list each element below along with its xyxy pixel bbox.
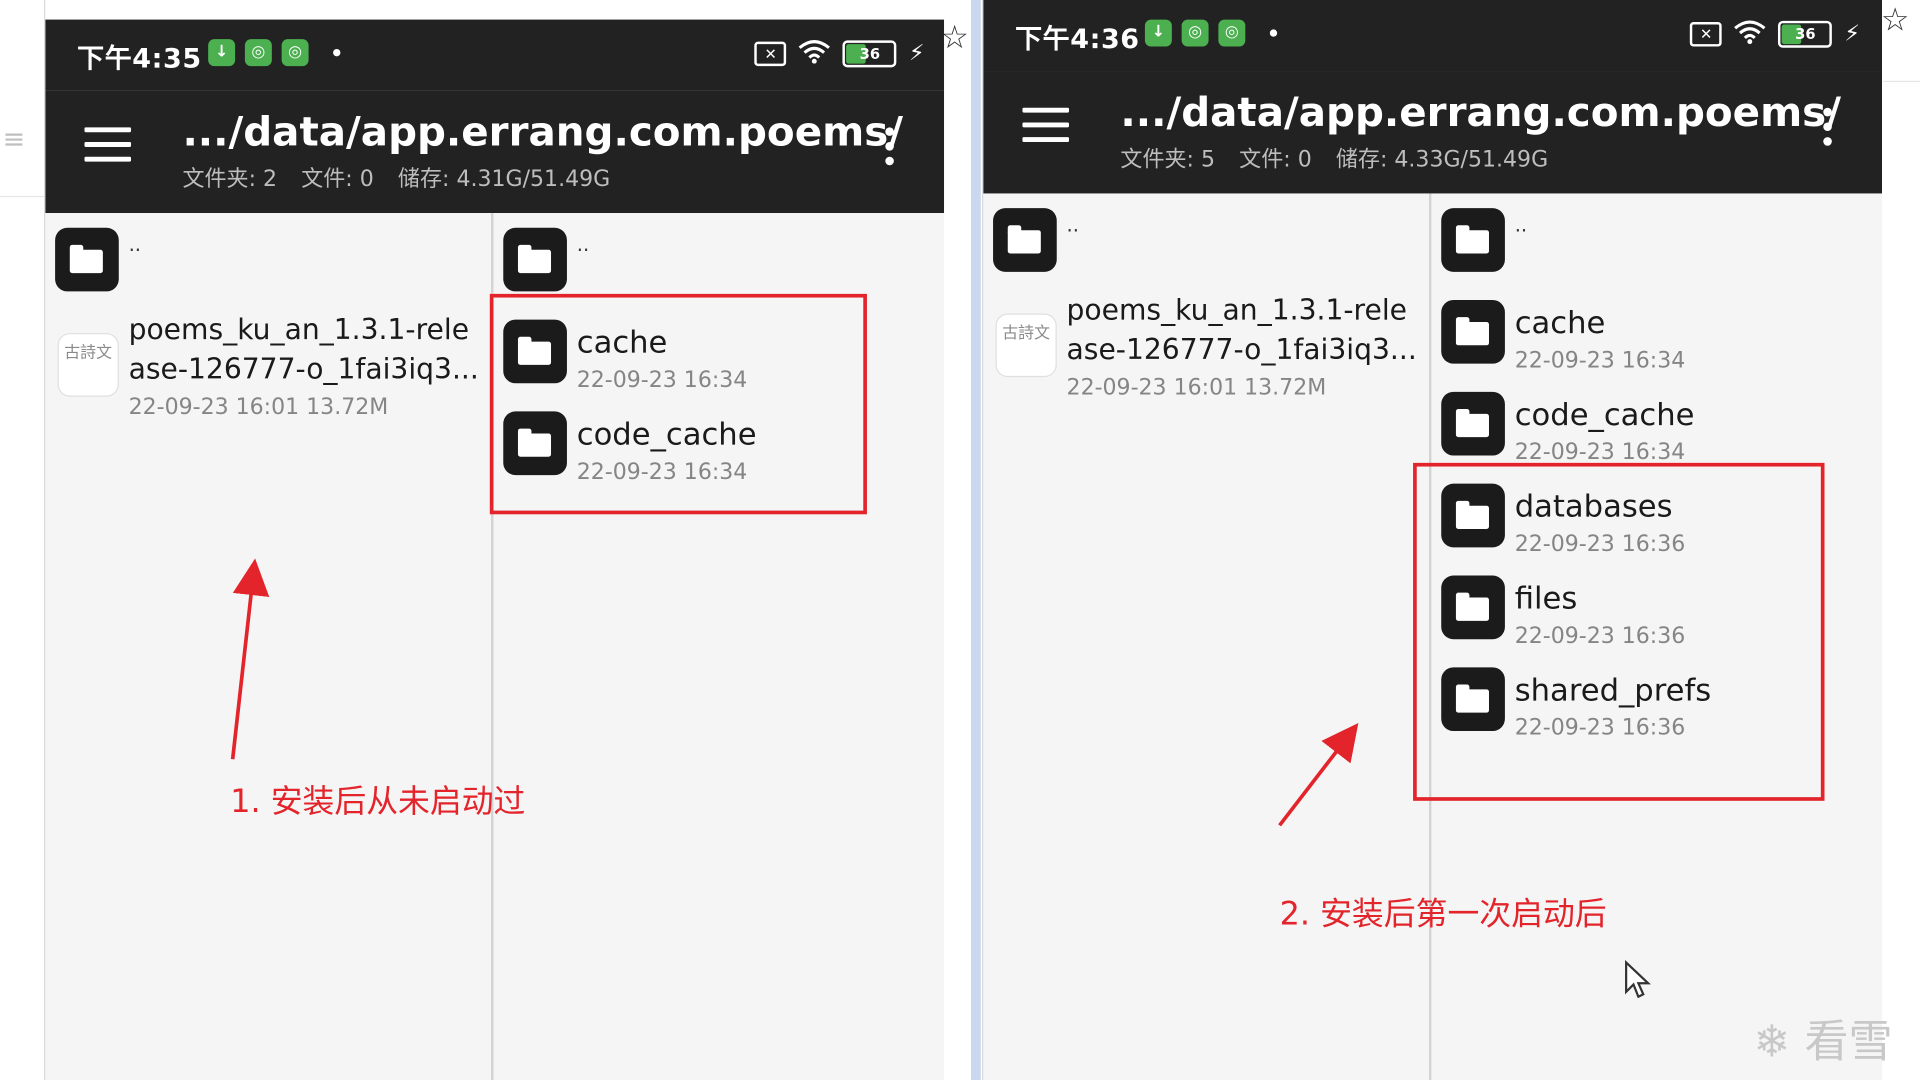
battery-level: 36 [859, 44, 881, 62]
annotation-before-launch: 1. 安装后从未启动过 [230, 783, 526, 821]
arrow-up-icon [230, 558, 270, 760]
watermark-text: 看雪 [1804, 1017, 1893, 1068]
battery-level: 36 [1795, 25, 1816, 43]
snowflake-logo-icon: ❄ [1753, 1017, 1791, 1068]
arrow-up-right-icon [1278, 723, 1359, 827]
annotation-arrows [230, 558, 1359, 827]
annotation-after-launch: 2. 安装后第一次启动后 [1279, 896, 1607, 934]
watermark: ❄ 看雪 [1753, 1007, 1892, 1071]
screenshot-canvas: ≡ 下午4:35 ↓ ◎ ◎ ✕ 36 ⚡ .../data/app.erran… [0, 0, 1920, 1080]
